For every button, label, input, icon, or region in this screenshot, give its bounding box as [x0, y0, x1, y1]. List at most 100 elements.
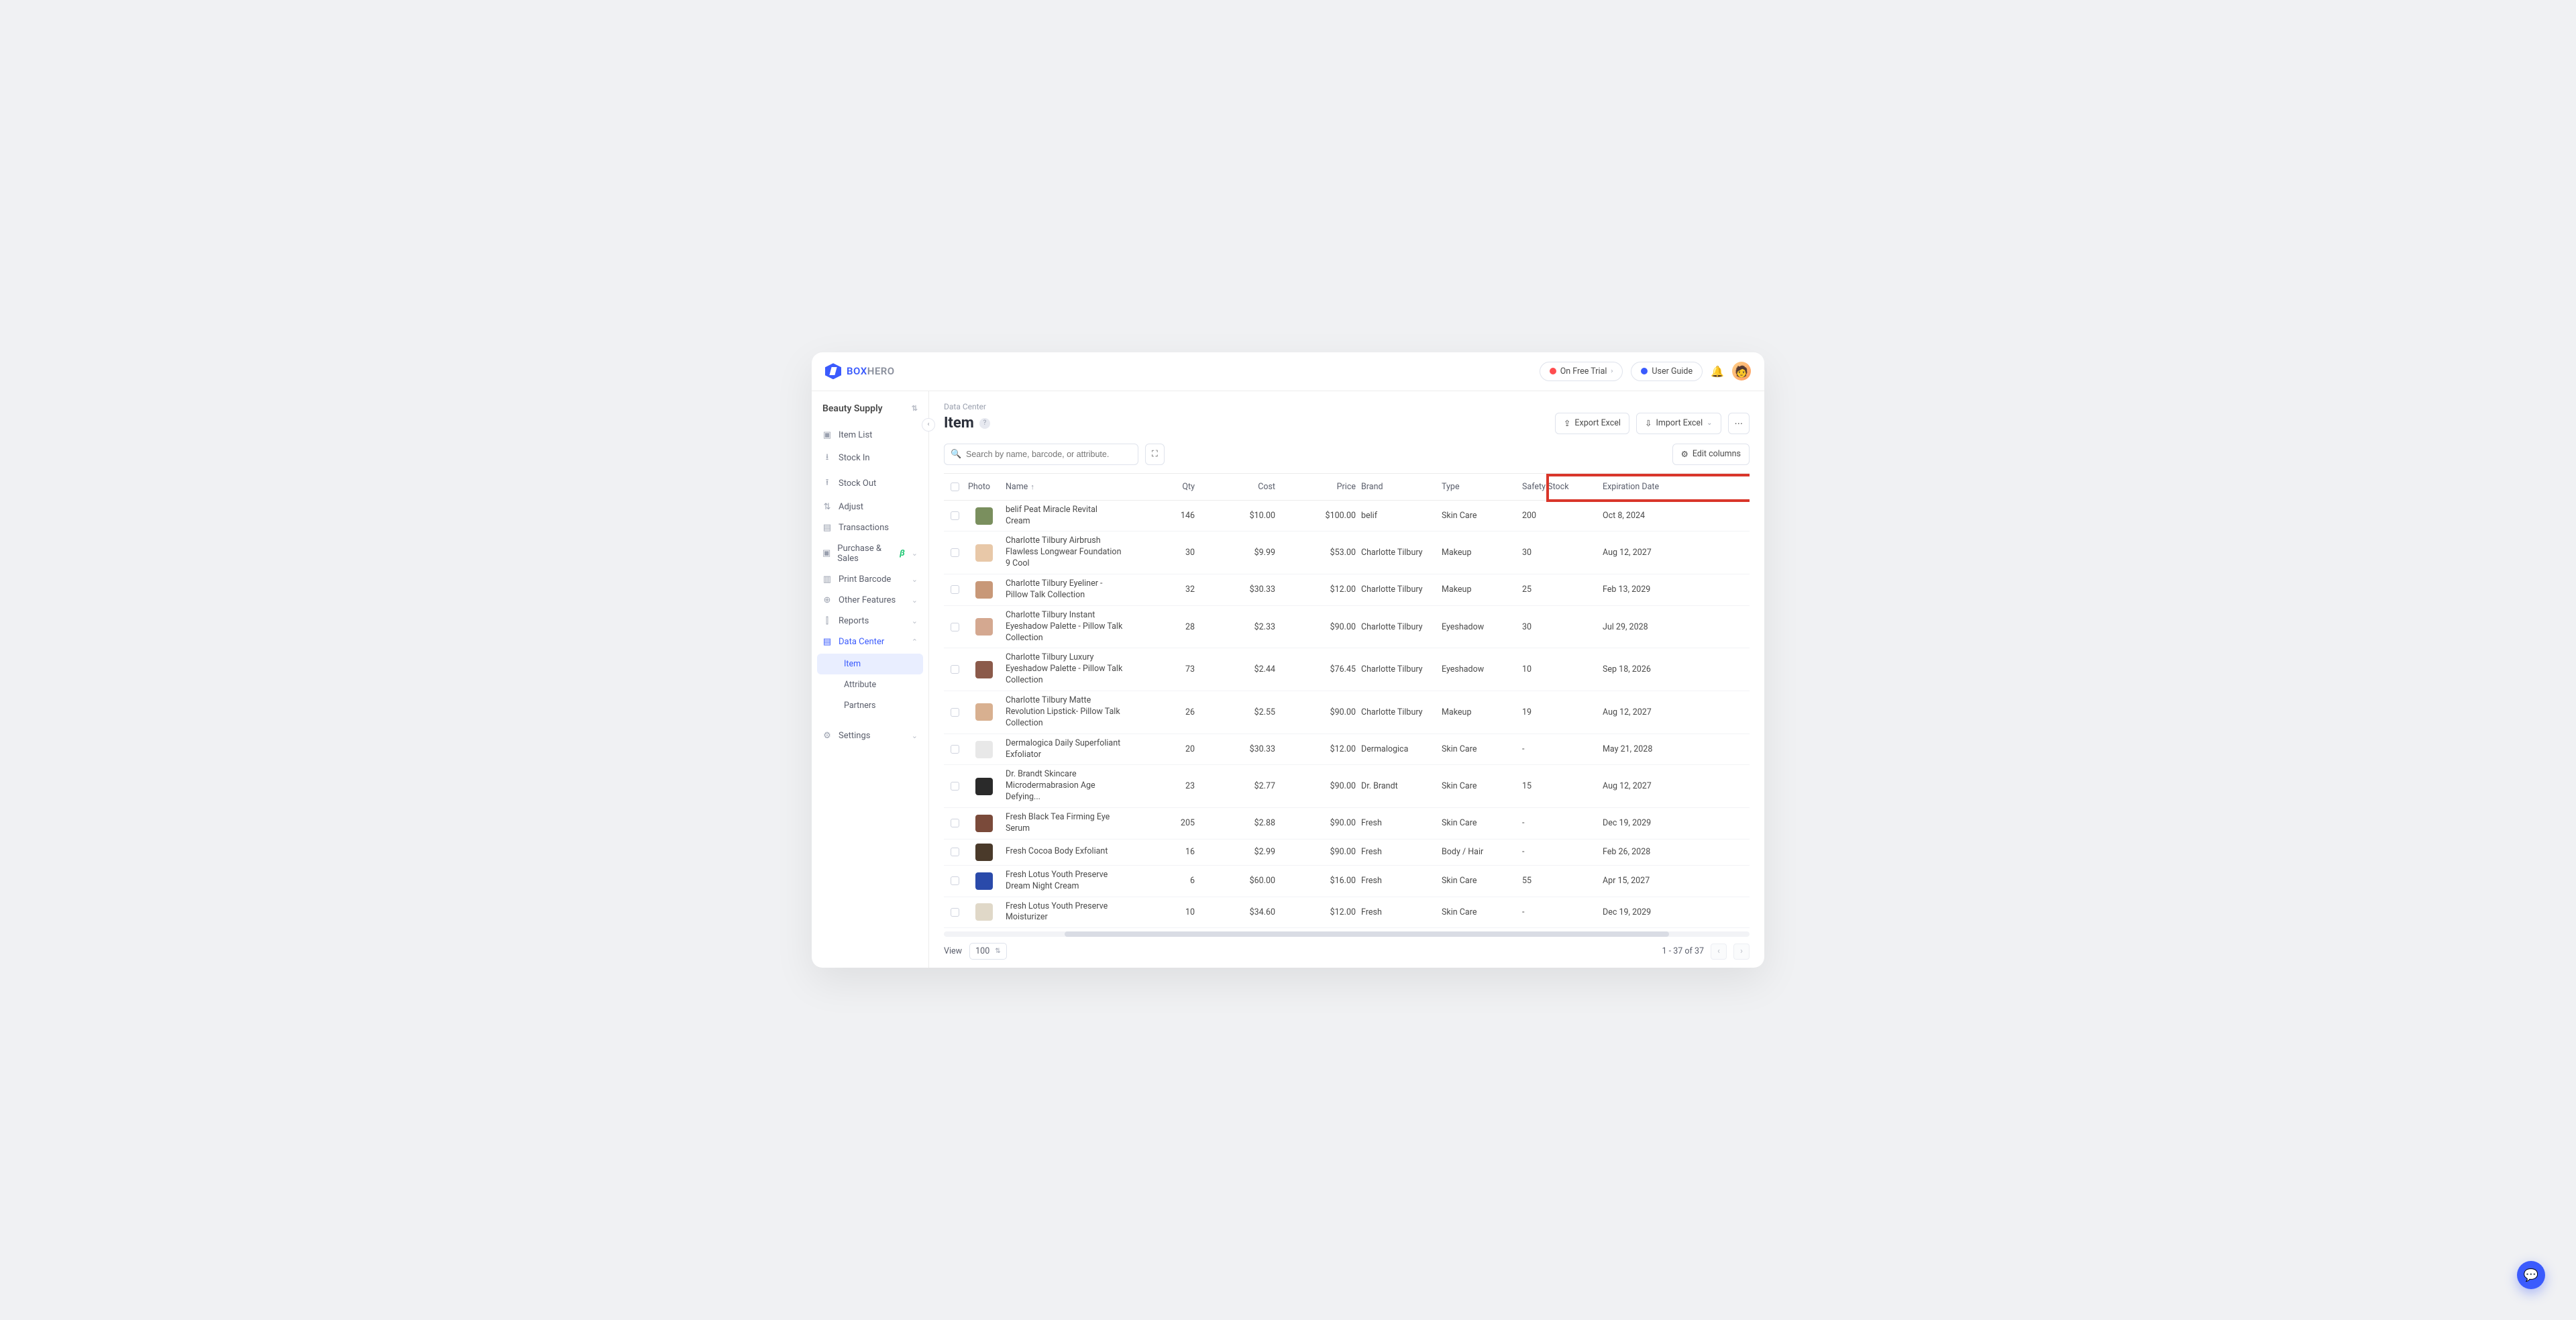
sidebar-item-purchase-sales[interactable]: ▣Purchase & Salesβ⌄	[812, 538, 928, 569]
row-checkbox[interactable]	[951, 511, 959, 520]
row-checkbox[interactable]	[951, 623, 959, 631]
nav-icon: ⭳	[822, 451, 832, 466]
nav-icon: ▤	[822, 637, 832, 647]
horizontal-scrollbar[interactable]	[944, 931, 1750, 937]
row-checkbox[interactable]	[951, 908, 959, 917]
col-type[interactable]: Type	[1439, 482, 1519, 492]
cell-safety: 30	[1519, 544, 1600, 562]
table-row[interactable]: Charlotte Tilbury Airbrush Flawless Long…	[944, 531, 1750, 574]
col-exp[interactable]: Expiration Date	[1600, 482, 1674, 492]
barcode-scan-button[interactable]: ⛶	[1145, 444, 1165, 465]
prev-page-button[interactable]: ‹	[1711, 944, 1727, 960]
app-window: BOXHERO On Free Trial › User Guide 🔔 🧑 B…	[812, 352, 1764, 968]
avatar[interactable]: 🧑	[1732, 362, 1751, 380]
sidebar-item-item-list[interactable]: ▣Item List	[812, 425, 928, 446]
cell-type: Eyeshadow	[1439, 618, 1519, 636]
row-checkbox[interactable]	[951, 819, 959, 827]
sidebar-item-data-center[interactable]: ▤Data Center⌃	[812, 631, 928, 652]
edit-columns-button[interactable]: ⚙ Edit columns	[1672, 444, 1750, 465]
import-label: Import Excel	[1656, 418, 1703, 428]
cell-price: $12.00	[1278, 740, 1358, 758]
bell-icon[interactable]: 🔔	[1711, 365, 1724, 378]
cell-name: Dr. Brandt Skincare Microdermabrasion Ag…	[1003, 765, 1130, 807]
page-size-select[interactable]: 100 ⇅	[969, 943, 1006, 960]
table-row[interactable]: Dr. Brandt Skincare Microdermabrasion Ag…	[944, 765, 1750, 808]
nav-label: Print Barcode	[839, 574, 891, 585]
nav-label: Transactions	[839, 523, 889, 533]
cell-qty: 32	[1130, 580, 1197, 599]
cell-type: Makeup	[1439, 544, 1519, 562]
product-thumb	[975, 815, 993, 832]
row-checkbox[interactable]	[951, 745, 959, 754]
chat-button[interactable]: 💬	[2517, 1261, 2545, 1289]
row-checkbox[interactable]	[951, 708, 959, 717]
sort-asc-icon: ↑	[1030, 483, 1034, 491]
cell-price: $100.00	[1278, 507, 1358, 525]
cell-price: $12.00	[1278, 903, 1358, 921]
cell-cost: $30.33	[1197, 580, 1278, 599]
free-trial-button[interactable]: On Free Trial ›	[1540, 362, 1623, 381]
table-row[interactable]: belif Peat Miracle Revital Cream146$10.0…	[944, 501, 1750, 532]
table-row[interactable]: Charlotte Tilbury Matte Revolution Lipst…	[944, 691, 1750, 734]
cell-exp: Dec 19, 2029	[1600, 814, 1674, 832]
cell-cost: $2.88	[1197, 814, 1278, 832]
sidebar-item-other-features[interactable]: ⊕Other Features⌄	[812, 590, 928, 611]
col-qty[interactable]: Qty	[1130, 482, 1197, 492]
toolbar: 🔍 ⛶ ⚙ Edit columns	[944, 444, 1750, 465]
row-checkbox[interactable]	[951, 876, 959, 885]
col-price[interactable]: Price	[1278, 482, 1358, 492]
sidebar-item-reports[interactable]: ⫿Reports⌄	[812, 611, 928, 631]
sidebar-sub-item[interactable]: Item	[817, 654, 923, 674]
cell-safety: -	[1519, 740, 1600, 758]
cell-safety: -	[1519, 843, 1600, 861]
sidebar-item-adjust[interactable]: ⇅Adjust	[812, 497, 928, 517]
sidebar-sub-partners[interactable]: Partners	[817, 695, 923, 716]
table-row[interactable]: Fresh Lotus Youth Preserve Dream Night C…	[944, 866, 1750, 897]
select-all-checkbox[interactable]	[951, 483, 959, 491]
row-checkbox[interactable]	[951, 848, 959, 856]
cell-exp: Jul 29, 2028	[1600, 618, 1674, 636]
nav-icon: ▣	[822, 430, 832, 440]
sidebar-item-stock-in[interactable]: ⭳Stock In	[812, 446, 928, 471]
next-page-button[interactable]: ›	[1733, 944, 1750, 960]
col-name[interactable]: Name ↑	[1003, 482, 1130, 492]
table-row[interactable]: Fresh Black Tea Firming Eye Serum205$2.8…	[944, 808, 1750, 840]
gear-icon: ⚙	[822, 731, 832, 741]
product-thumb	[975, 661, 993, 678]
row-checkbox[interactable]	[951, 585, 959, 594]
row-checkbox[interactable]	[951, 665, 959, 674]
col-brand[interactable]: Brand	[1358, 482, 1439, 492]
sidebar-item-stock-out[interactable]: ⭱Stock Out	[812, 471, 928, 497]
cell-qty: 23	[1130, 777, 1197, 795]
import-excel-button[interactable]: ⇩ Import Excel ⌄	[1636, 413, 1721, 434]
cell-name: Dermalogica Daily Superfoliant Exfoliato…	[1003, 734, 1130, 765]
sidebar-item-transactions[interactable]: ▤Transactions	[812, 517, 928, 538]
col-safety[interactable]: Safety Stock	[1519, 482, 1600, 492]
help-icon[interactable]: ?	[979, 418, 990, 429]
user-guide-button[interactable]: User Guide	[1631, 362, 1703, 381]
nav-label: Stock Out	[839, 478, 876, 489]
export-excel-button[interactable]: ⇪ Export Excel	[1555, 413, 1629, 434]
sidebar-item-print-barcode[interactable]: ▥Print Barcode⌄	[812, 569, 928, 590]
cell-type: Makeup	[1439, 703, 1519, 721]
cell-cost: $2.99	[1197, 843, 1278, 861]
table-row[interactable]: Fresh Cocoa Body Exfoliant16$2.99$90.00F…	[944, 840, 1750, 866]
sidebar-sub-attribute[interactable]: Attribute	[817, 674, 923, 695]
logo[interactable]: BOXHERO	[825, 363, 895, 379]
row-checkbox[interactable]	[951, 782, 959, 791]
search-input[interactable]	[944, 444, 1138, 465]
cell-type: Body / Hair	[1439, 843, 1519, 861]
table-row[interactable]: Charlotte Tilbury Eyeliner - Pillow Talk…	[944, 574, 1750, 606]
table-row[interactable]: Charlotte Tilbury Luxury Eyeshadow Palet…	[944, 648, 1750, 691]
col-photo[interactable]: Photo	[965, 482, 1003, 492]
cell-cost: $10.00	[1197, 507, 1278, 525]
sidebar-item-settings[interactable]: ⚙ Settings ⌄	[812, 725, 928, 746]
table-row[interactable]: Dermalogica Daily Superfoliant Exfoliato…	[944, 734, 1750, 766]
row-checkbox[interactable]	[951, 548, 959, 557]
team-selector[interactable]: Beauty Supply ⇅	[812, 399, 928, 425]
more-button[interactable]: ⋯	[1728, 413, 1750, 434]
col-cost[interactable]: Cost	[1197, 482, 1278, 492]
table-row[interactable]: Fresh Lotus Youth Preserve Moisturizer10…	[944, 897, 1750, 929]
table-row[interactable]: Charlotte Tilbury Instant Eyeshadow Pale…	[944, 606, 1750, 649]
cell-brand: Charlotte Tilbury	[1358, 544, 1439, 562]
